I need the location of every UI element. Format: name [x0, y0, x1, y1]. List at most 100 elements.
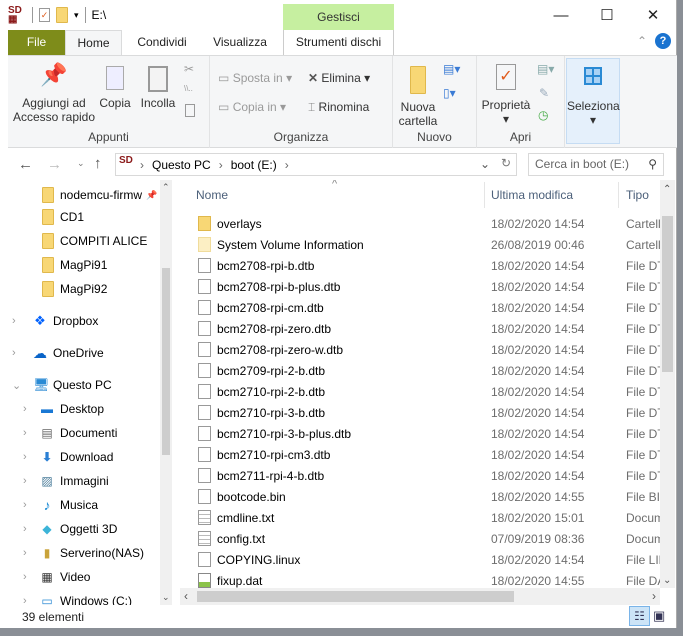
column-header-type[interactable]: Tipo [626, 180, 649, 210]
chevron-right-icon[interactable]: › [23, 523, 27, 535]
forward-button[interactable]: → [47, 156, 62, 173]
edit-icon[interactable]: ✎ [539, 86, 549, 100]
collapse-ribbon-icon[interactable]: ⌃ [637, 34, 647, 48]
file-list-vertical-scrollbar[interactable]: ⌃ ⌄ [660, 180, 675, 588]
cut-icon[interactable]: ✂ [184, 62, 194, 76]
breadcrumb-boot[interactable]: boot (E:) [231, 158, 277, 172]
properties-button[interactable]: ✓ Proprietà ▾ [479, 64, 533, 126]
nav-item[interactable]: ⌄ 🖥 Questo PC [12, 374, 112, 396]
copy-path-icon[interactable]: \\.. [184, 84, 193, 93]
chevron-right-icon[interactable]: › [23, 451, 27, 463]
tab-visualizza[interactable]: Visualizza [205, 30, 275, 55]
column-header-name[interactable]: Nome [196, 180, 228, 210]
quick-access-dropdown[interactable]: ▾ [74, 10, 79, 21]
file-row[interactable]: bcm2710-rpi-2-b.dtb 18/02/2020 14:54 File … [180, 381, 660, 402]
nav-item[interactable]: CD1 [42, 206, 84, 228]
easy-access-icon[interactable]: ▯▾ [443, 86, 456, 100]
nav-item[interactable]: › ◆ Oggetti 3D [23, 518, 117, 540]
file-row[interactable]: System Volume Information 26/08/2019 00:4… [180, 234, 660, 255]
file-row[interactable]: bcm2708-rpi-cm.dtb 18/02/2020 14:54 File D… [180, 297, 660, 318]
file-row[interactable]: bcm2710-rpi-cm3.dtb 18/02/2020 14:54 File … [180, 444, 660, 465]
file-row[interactable]: bcm2710-rpi-3-b-plus.dtb 18/02/2020 14:54… [180, 423, 660, 444]
paste-shortcut-icon[interactable] [185, 104, 195, 117]
nav-item[interactable]: › ❖ Dropbox [12, 310, 98, 332]
history-icon[interactable]: ◷ [538, 108, 548, 122]
close-button[interactable]: ✕ [630, 0, 676, 30]
file-row[interactable]: config.txt 07/09/2019 08:36 Documento [180, 528, 660, 549]
chevron-right-icon[interactable]: › [23, 547, 27, 559]
horizontal-scrollbar-thumb[interactable] [197, 591, 514, 602]
column-header-modified[interactable]: Ultima modifica [491, 180, 573, 210]
address-dropdown[interactable]: ⌄ [480, 157, 490, 171]
file-row[interactable]: overlays 18/02/2020 14:54 Cartella [180, 213, 660, 234]
file-row[interactable]: COPYING.linux 18/02/2020 14:54 File LINUX [180, 549, 660, 570]
file-row[interactable]: bcm2708-rpi-zero.dtb 18/02/2020 14:54 File… [180, 318, 660, 339]
file-row[interactable]: bcm2711-rpi-4-b.dtb 18/02/2020 14:54 File … [180, 465, 660, 486]
chevron-right-icon[interactable]: › [23, 595, 27, 605]
nav-item[interactable]: › ▬ Desktop [23, 398, 104, 420]
help-icon[interactable]: ? [655, 33, 671, 49]
select-button[interactable]: Seleziona ▾ [566, 58, 620, 144]
file-row[interactable]: fixup.dat 18/02/2020 14:55 File DAT [180, 570, 660, 588]
file-row[interactable]: bcm2710-rpi-3-b.dtb 18/02/2020 14:54 File … [180, 402, 660, 423]
nav-item[interactable]: › ▭ Windows (C:) [23, 590, 132, 605]
paste-button[interactable]: Incolla [138, 66, 178, 110]
file-list-horizontal-scrollbar[interactable]: ‹ › [180, 588, 660, 605]
open-icon[interactable]: ▤▾ [537, 62, 554, 76]
tab-condividi[interactable]: Condividi [127, 30, 197, 55]
details-view-button[interactable]: ☷ [629, 606, 650, 626]
back-button[interactable]: ← [18, 156, 33, 173]
delete-button[interactable]: ✕ Elimina ▾ [308, 71, 370, 85]
file-row[interactable]: bcm2709-rpi-2-b.dtb 18/02/2020 14:54 File … [180, 360, 660, 381]
nav-item[interactable]: › ♪ Musica [23, 494, 98, 516]
file-list-scrollbar-thumb[interactable] [662, 216, 673, 372]
chevron-right-icon[interactable]: › [23, 427, 27, 439]
properties-quick-icon[interactable]: ✓ [39, 8, 50, 22]
nav-item[interactable]: MagPi92 [42, 278, 107, 300]
nav-item[interactable]: › ▤ Documenti [23, 422, 117, 444]
file-row[interactable]: bcm2708-rpi-zero-w.dtb 18/02/2020 14:54 Fi… [180, 339, 660, 360]
chevron-right-icon[interactable]: › [12, 347, 16, 359]
new-item-icon[interactable]: ▤▾ [443, 62, 460, 76]
copy-button[interactable]: Copia [98, 66, 132, 110]
file-row[interactable]: cmdline.txt 18/02/2020 15:01 Documento [180, 507, 660, 528]
nav-item[interactable]: › ▮ Serverino(NAS) [23, 542, 144, 564]
copy-to-button[interactable]: ▭ Copia in ▾ [218, 100, 286, 114]
move-to-button[interactable]: ▭ Sposta in ▾ [218, 71, 292, 85]
recent-locations-button[interactable]: ⌄ [77, 158, 85, 169]
rename-button[interactable]: ⌶ Rinomina [308, 100, 369, 115]
nav-item[interactable]: MagPi91 [42, 254, 107, 276]
chevron-down-icon[interactable]: ⌄ [12, 379, 21, 392]
up-button[interactable]: ↑ [94, 155, 102, 172]
chevron-right-icon[interactable]: › [23, 571, 27, 583]
tab-home[interactable]: Home [65, 30, 122, 55]
tab-strumenti-dischi[interactable]: Strumenti dischi [283, 30, 394, 55]
chevron-right-icon[interactable]: › [23, 499, 27, 511]
tab-file[interactable]: File [8, 30, 65, 55]
large-icons-view-button[interactable]: ▣ [653, 608, 665, 624]
nav-item[interactable]: › ▦ Video [23, 566, 90, 588]
nav-item[interactable]: › ▨ Immagini [23, 470, 109, 492]
file-modified: 18/02/2020 14:54 [491, 405, 585, 420]
nav-item[interactable]: nodemcu-firmw 📌 [42, 184, 158, 206]
nav-scrollbar[interactable]: ⌃ ⌄ [160, 180, 172, 605]
search-input[interactable]: Cerca in boot (E:) ⚲ [528, 153, 664, 176]
maximize-button[interactable]: ☐ [584, 0, 630, 30]
new-folder-button[interactable]: Nuova cartella [395, 66, 441, 128]
refresh-icon[interactable]: ↻ [501, 156, 511, 170]
nav-item[interactable]: COMPITI ALICE [42, 230, 147, 252]
pin-quick-access-button[interactable]: 📌 Aggiungi ad Accesso rapido [12, 64, 96, 125]
file-row[interactable]: bcm2708-rpi-b-plus.dtb 18/02/2020 14:54 Fi… [180, 276, 660, 297]
nav-scrollbar-thumb[interactable] [162, 268, 170, 455]
chevron-right-icon[interactable]: › [12, 315, 16, 327]
chevron-right-icon[interactable]: › [23, 403, 27, 415]
file-row[interactable]: bcm2708-rpi-b.dtb 18/02/2020 14:54 File DT… [180, 255, 660, 276]
file-row[interactable]: bootcode.bin 18/02/2020 14:55 File BIN [180, 486, 660, 507]
breadcrumb-questo-pc[interactable]: Questo PC [152, 158, 211, 172]
nav-item[interactable]: › ☁ OneDrive [12, 342, 104, 364]
address-bar[interactable]: SD › Questo PC › boot (E:) › ⌄ ↻ [115, 153, 517, 176]
nav-item[interactable]: › ⬇ Download [23, 446, 113, 468]
chevron-right-icon[interactable]: › [23, 475, 27, 487]
new-folder-quick-icon[interactable] [56, 7, 68, 23]
minimize-button[interactable]: — [538, 0, 584, 30]
